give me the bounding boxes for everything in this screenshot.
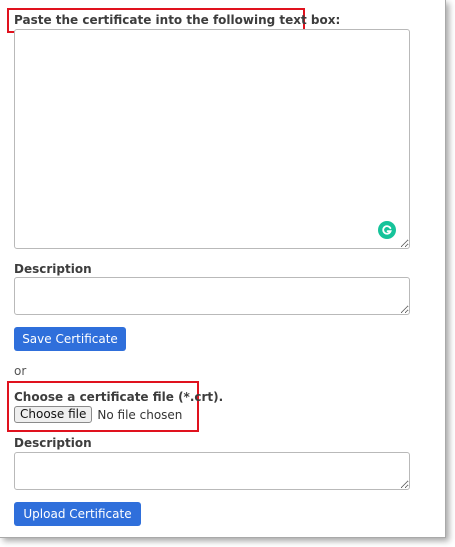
certificate-form: Paste the certificate into the following… [0, 0, 446, 538]
certificate-textarea[interactable] [14, 29, 410, 249]
file-input[interactable]: Choose file No file chosen [14, 406, 182, 423]
upload-certificate-button[interactable]: Upload Certificate [14, 502, 141, 526]
paste-description-label: Description [14, 262, 92, 276]
upload-description-textarea[interactable] [14, 452, 410, 490]
file-status-text: No file chosen [97, 407, 183, 422]
or-separator: or [14, 364, 27, 378]
paste-description-textarea[interactable] [14, 277, 410, 315]
paste-certificate-label: Paste the certificate into the following… [14, 13, 341, 27]
choose-file-label: Choose a certificate file (*.crt). [14, 390, 224, 404]
upload-description-label: Description [14, 436, 92, 450]
grammarly-glyph [382, 225, 392, 235]
save-certificate-button[interactable]: Save Certificate [14, 327, 126, 351]
choose-file-button[interactable]: Choose file [14, 406, 93, 423]
grammarly-icon[interactable] [378, 221, 396, 239]
